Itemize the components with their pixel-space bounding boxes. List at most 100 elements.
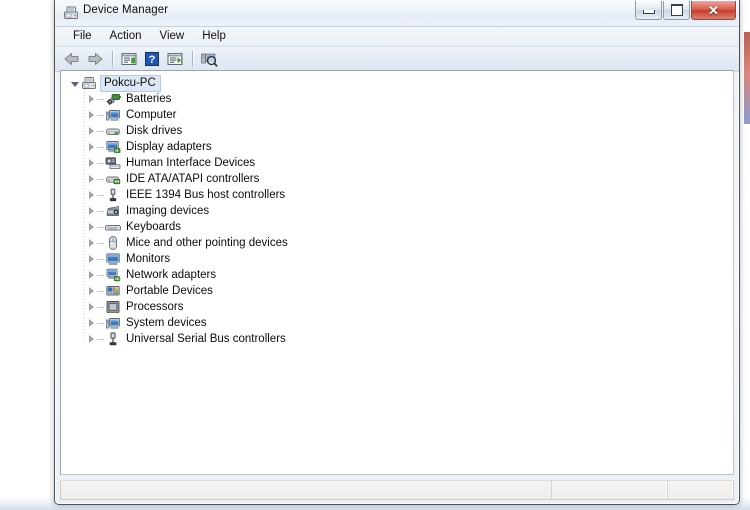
tree-node-label: Computer bbox=[126, 109, 177, 121]
properties-icon bbox=[121, 53, 137, 65]
menu-file[interactable]: File bbox=[64, 29, 101, 44]
forward-button[interactable] bbox=[84, 49, 106, 69]
device-tree-panel[interactable]: Pokcu-PC Batteries Computer Disk drives … bbox=[60, 70, 734, 475]
properties-button[interactable] bbox=[118, 49, 140, 69]
hid-icon bbox=[105, 155, 121, 171]
expander-ieee1394[interactable] bbox=[85, 187, 97, 203]
tree-node-keyboards[interactable]: Keyboards bbox=[65, 219, 733, 235]
menu-bar: File Action View Help bbox=[55, 27, 739, 47]
disk-drive-icon bbox=[105, 123, 121, 139]
menu-view[interactable]: View bbox=[151, 29, 194, 44]
usb-controller-icon bbox=[105, 331, 121, 347]
expander-processors[interactable] bbox=[85, 299, 97, 315]
expander-computer[interactable] bbox=[85, 107, 97, 123]
title-bar[interactable]: Device Manager ✕ bbox=[55, 0, 739, 27]
minimize-button[interactable] bbox=[635, 1, 662, 20]
mouse-icon bbox=[105, 235, 121, 251]
tree-node-batteries[interactable]: Batteries bbox=[65, 91, 733, 107]
ide-controller-icon bbox=[105, 171, 121, 187]
tree-node-usb-controllers[interactable]: Universal Serial Bus controllers bbox=[65, 331, 733, 347]
tree-node-network-adapters[interactable]: Network adapters bbox=[65, 267, 733, 283]
device-tree: Pokcu-PC Batteries Computer Disk drives … bbox=[61, 71, 733, 347]
chevron-right-icon bbox=[88, 335, 94, 343]
chevron-right-icon bbox=[88, 239, 94, 247]
portable-device-icon bbox=[105, 283, 121, 299]
toolbar-separator-1 bbox=[112, 51, 113, 67]
chevron-right-icon bbox=[88, 207, 94, 215]
expander-batteries[interactable] bbox=[85, 91, 97, 107]
back-button[interactable] bbox=[61, 49, 83, 69]
back-arrow-icon bbox=[64, 53, 79, 65]
tree-node-ide-controllers[interactable]: IDE ATA/ATAPI controllers bbox=[65, 171, 733, 187]
chevron-right-icon bbox=[88, 319, 94, 327]
menu-help[interactable]: Help bbox=[193, 29, 235, 44]
toolbar: ? bbox=[55, 47, 739, 72]
tree-node-disk-drives[interactable]: Disk drives bbox=[65, 123, 733, 139]
tree-node-label: Human Interface Devices bbox=[126, 157, 256, 169]
tree-node-label: Monitors bbox=[126, 253, 171, 265]
chevron-right-icon bbox=[88, 287, 94, 295]
network-adapter-icon bbox=[105, 267, 121, 283]
tree-node-ieee1394[interactable]: IEEE 1394 Bus host controllers bbox=[65, 187, 733, 203]
tree-stub bbox=[97, 338, 104, 340]
keyboard-icon bbox=[105, 219, 121, 235]
chevron-down-icon bbox=[71, 82, 79, 87]
tree-node-display-adapters[interactable]: Display adapters bbox=[65, 139, 733, 155]
minimize-icon bbox=[642, 10, 655, 14]
expander-root[interactable] bbox=[69, 75, 81, 91]
chevron-right-icon bbox=[88, 159, 94, 167]
tree-stub bbox=[97, 322, 104, 324]
window-controls: ✕ bbox=[634, 1, 736, 20]
tree-stub bbox=[97, 130, 104, 132]
expander-ide-controllers[interactable] bbox=[85, 171, 97, 187]
tree-node-monitors[interactable]: Monitors bbox=[65, 251, 733, 267]
expander-monitors[interactable] bbox=[85, 251, 97, 267]
tree-node-human-interface-devices[interactable]: Human Interface Devices bbox=[65, 155, 733, 171]
maximize-button[interactable] bbox=[663, 1, 690, 20]
tree-node-label: System devices bbox=[126, 317, 207, 329]
close-button[interactable]: ✕ bbox=[691, 1, 736, 20]
expander-mice[interactable] bbox=[85, 235, 97, 251]
status-cell-2 bbox=[551, 481, 667, 499]
expander-keyboards[interactable] bbox=[85, 219, 97, 235]
tree-node-label: Keyboards bbox=[126, 221, 181, 233]
expander-imaging-devices[interactable] bbox=[85, 203, 97, 219]
tree-node-system-devices[interactable]: System devices bbox=[65, 315, 733, 331]
menu-action[interactable]: Action bbox=[101, 29, 151, 44]
chevron-right-icon bbox=[88, 127, 94, 135]
battery-icon bbox=[105, 91, 121, 107]
chevron-right-icon bbox=[88, 175, 94, 183]
expander-human-interface-devices[interactable] bbox=[85, 155, 97, 171]
tree-node-label: Network adapters bbox=[126, 269, 217, 281]
tree-node-label: IDE ATA/ATAPI controllers bbox=[126, 173, 260, 185]
update-driver-button[interactable] bbox=[164, 49, 186, 69]
maximize-icon bbox=[670, 4, 683, 16]
toolbar-separator-2 bbox=[192, 51, 193, 67]
tree-node-label: Display adapters bbox=[126, 141, 212, 153]
tree-node-computer[interactable]: Computer bbox=[65, 107, 733, 123]
tree-node-label: Imaging devices bbox=[126, 205, 210, 217]
help-button[interactable]: ? bbox=[141, 49, 163, 69]
expander-portable-devices[interactable] bbox=[85, 283, 97, 299]
tree-node-processors[interactable]: Processors bbox=[65, 299, 733, 315]
tree-stub bbox=[97, 114, 104, 116]
tree-node-root[interactable]: Pokcu-PC bbox=[65, 74, 733, 92]
processor-icon bbox=[105, 299, 121, 315]
tree-node-portable-devices[interactable]: Portable Devices bbox=[65, 283, 733, 299]
tree-node-mice[interactable]: Mice and other pointing devices bbox=[65, 235, 733, 251]
imaging-device-icon bbox=[105, 203, 121, 219]
computer-icon bbox=[105, 107, 121, 123]
expander-disk-drives[interactable] bbox=[85, 123, 97, 139]
expander-usb-controllers[interactable] bbox=[85, 331, 97, 347]
tree-node-imaging-devices[interactable]: Imaging devices bbox=[65, 203, 733, 219]
expander-system-devices[interactable] bbox=[85, 315, 97, 331]
expander-display-adapters[interactable] bbox=[85, 139, 97, 155]
tree-stub bbox=[97, 194, 104, 196]
forward-arrow-icon bbox=[88, 53, 103, 65]
tree-node-label: Mice and other pointing devices bbox=[126, 237, 288, 249]
chevron-right-icon bbox=[88, 143, 94, 151]
chevron-right-icon bbox=[88, 303, 94, 311]
device-manager-icon bbox=[64, 6, 78, 19]
expander-network-adapters[interactable] bbox=[85, 267, 97, 283]
scan-hardware-button[interactable] bbox=[198, 49, 220, 69]
